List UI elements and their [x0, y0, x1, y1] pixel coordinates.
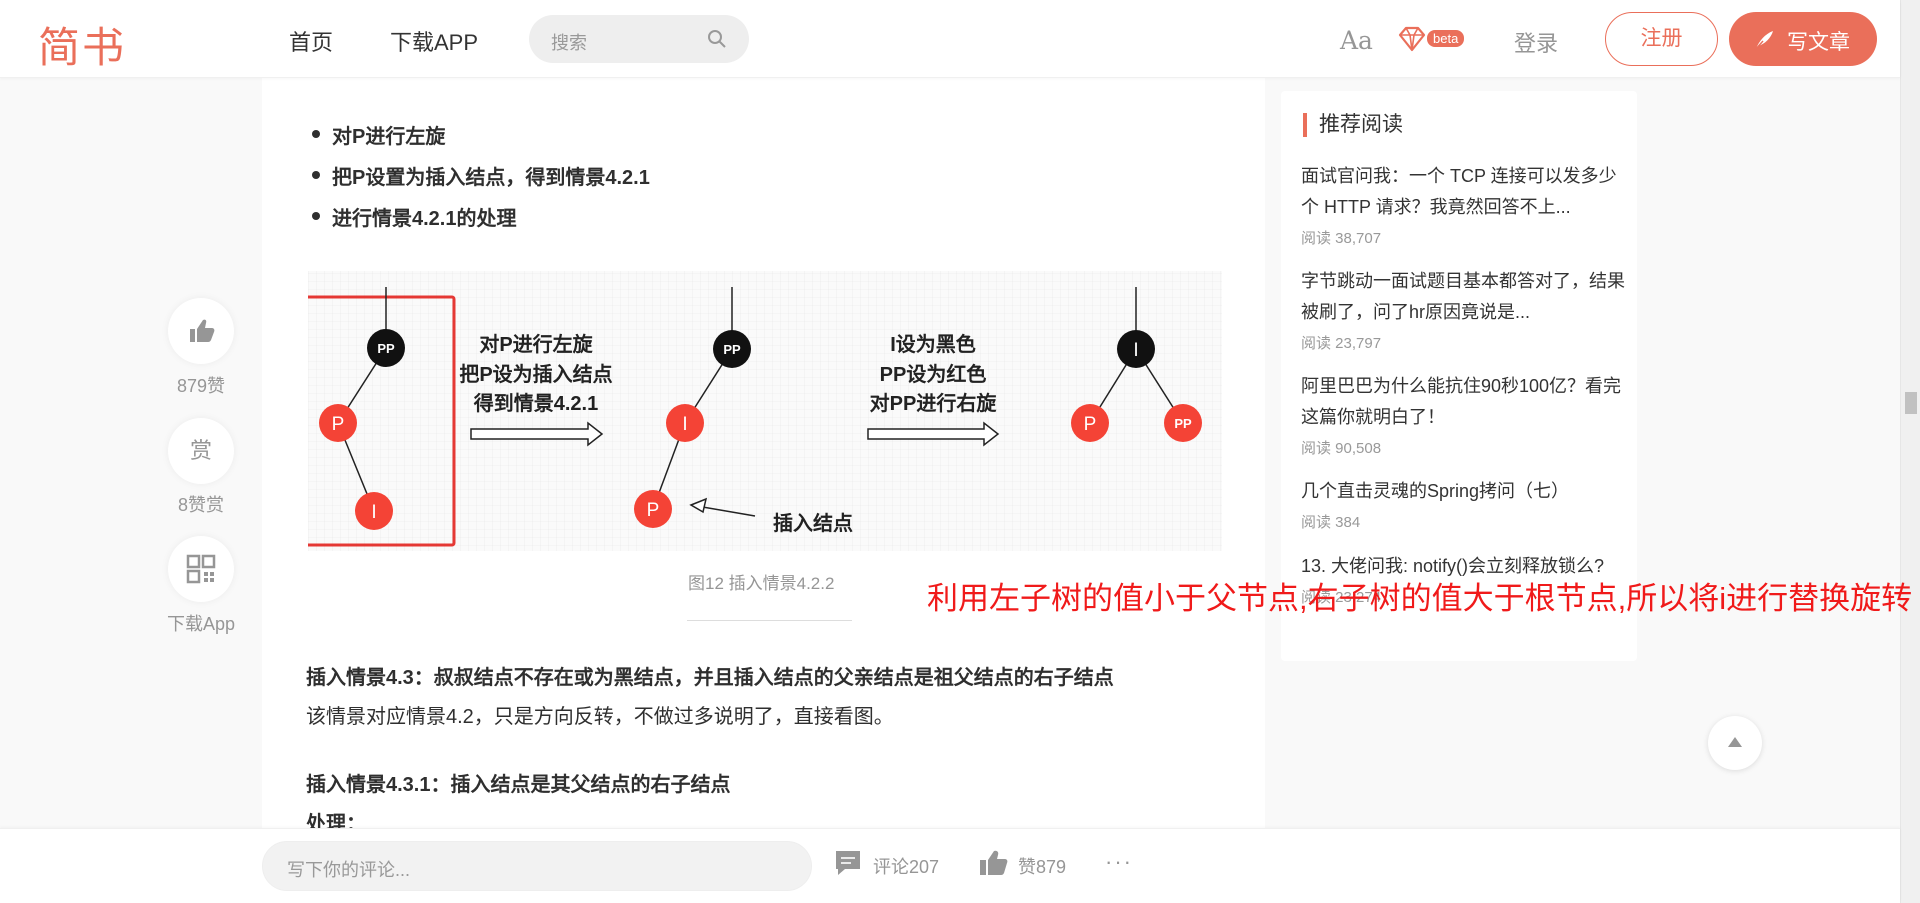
more-options-button[interactable]: ···	[1105, 849, 1133, 875]
tree3-node-i-label: I	[1133, 340, 1138, 361]
site-logo[interactable]: 简书	[38, 14, 126, 75]
tree2-node-pp-label: PP	[723, 342, 741, 357]
recommended-item[interactable]: 面试官问我：一个 TCP 连接可以发多少个 HTTP 请求？我竟然回答不上...…	[1301, 161, 1626, 248]
login-link[interactable]: 登录	[1514, 26, 1558, 58]
step2-line-1: I设为黑色	[890, 332, 976, 356]
paragraph: 该情景对应情景4.2，只是方向反转，不做过多说明了，直接看图。	[306, 706, 894, 728]
search-box[interactable]: 搜索	[529, 15, 749, 63]
recommended-item-reads: 阅读 90,508	[1301, 440, 1382, 457]
tree2-node-p-label: P	[647, 500, 660, 521]
reward-button[interactable]: 赏	[168, 418, 234, 484]
recommended-item[interactable]: 阿里巴巴为什么能抗住90秒100亿？看完这篇你就明白了！ 阅读 90,508	[1301, 371, 1626, 458]
write-article-button[interactable]: 写文章	[1729, 12, 1877, 66]
recommended-item-reads: 阅读 23,797	[1301, 335, 1382, 352]
comments-count: 评论207	[873, 857, 940, 877]
comment-placeholder: 写下你的评论...	[287, 860, 411, 880]
comment-input[interactable]: 写下你的评论...	[262, 841, 812, 891]
font-size-toggle[interactable]: Aa	[1340, 26, 1373, 55]
step2-line-2: PP设为红色	[880, 362, 987, 386]
download-app-label: 下载App	[166, 614, 236, 634]
tree3-node-pp-label: PP	[1174, 416, 1192, 431]
caption-divider	[687, 620, 852, 621]
list-item: 进行情景4.2.1的处理	[304, 202, 650, 243]
list-item: 把P设置为插入结点，得到情景4.2.1	[304, 161, 650, 202]
section-heading-4-3-1: 插入情景4.3.1：插入结点是其父结点的右子结点	[306, 774, 731, 796]
tree1-node-i-label: I	[371, 502, 376, 523]
rb-tree-diagram: PP P I 对P进行左旋 把P设为插入结点 得到情景4.2.1 PP I P …	[308, 271, 1222, 551]
nav-home[interactable]: 首页	[289, 25, 333, 57]
step1-line-2: 把P设为插入结点	[459, 362, 612, 386]
recommended-item-title[interactable]: 几个直击灵魂的Spring拷问（七）	[1301, 476, 1626, 507]
nav-download-app[interactable]: 下载APP	[390, 25, 478, 57]
figure-caption: 图12 插入情景4.2.2	[688, 574, 835, 593]
step1-line-3: 得到情景4.2.1	[473, 391, 598, 415]
red-annotation-text: 利用左子树的值小于父节点,右子树的值大于根节点,所以将i进行替换旋转	[927, 581, 1913, 616]
tree1-node-pp-label: PP	[377, 341, 395, 356]
recommended-item-reads: 阅读 38,707	[1301, 230, 1382, 247]
tree3-node-p-label: P	[1084, 414, 1097, 435]
feather-pen-icon	[1754, 31, 1773, 51]
top-header: 简书 首页 下载APP 搜索 Aa beta 登录 注册 写文章	[0, 0, 1900, 78]
recommended-item-title[interactable]: 面试官问我：一个 TCP 连接可以发多少个 HTTP 请求？我竟然回答不上...	[1301, 161, 1626, 223]
download-app-qr-button[interactable]	[168, 536, 234, 602]
reward-count: 8赞赏	[177, 495, 224, 515]
recommended-title: 推荐阅读	[1303, 113, 1403, 137]
page-scrollbar[interactable]	[1900, 0, 1920, 903]
step1-line-1: 对P进行左旋	[479, 332, 593, 356]
beta-badge: beta	[1427, 30, 1465, 47]
list-item: 对P进行左旋	[304, 120, 650, 161]
tree2-node-i-label: I	[682, 414, 687, 435]
scrollbar-thumb[interactable]	[1905, 392, 1917, 414]
thumbs-up-icon	[980, 850, 1008, 875]
qr-code-icon	[186, 554, 216, 584]
recommended-item[interactable]: 字节跳动一面试题目基本都答对了，结果被刷了，问了hr原因竟说是... 阅读 23…	[1301, 266, 1626, 353]
like-button[interactable]	[168, 298, 234, 364]
diamond-beta-link[interactable]: beta	[1397, 26, 1465, 57]
likes-count: 赞879	[1018, 857, 1067, 877]
diamond-icon	[1398, 26, 1426, 52]
thumbs-up-icon	[190, 319, 215, 342]
comment-bubble-icon	[836, 851, 860, 875]
recommended-reading-panel: 推荐阅读 面试官问我：一个 TCP 连接可以发多少个 HTTP 请求？我竟然回答…	[1281, 91, 1637, 661]
recommended-item-reads: 阅读 384	[1301, 514, 1361, 531]
scroll-to-top-button[interactable]	[1708, 716, 1762, 770]
article-content: 对P进行左旋 把P设置为插入结点，得到情景4.2.1 进行情景4.2.1的处理 …	[262, 78, 1265, 835]
section-heading-4-3: 插入情景4.3：叔叔结点不存在或为黑结点，并且插入结点的父亲结点是祖父结点的右子…	[306, 667, 1114, 689]
caret-up-icon	[1728, 737, 1742, 747]
recommended-item-title[interactable]: 字节跳动一面试题目基本都答对了，结果被刷了，问了hr原因竟说是...	[1301, 266, 1626, 328]
recommended-item-title[interactable]: 阿里巴巴为什么能抗住90秒100亿？看完这篇你就明白了！	[1301, 371, 1626, 433]
insert-node-label: 插入结点	[773, 511, 853, 535]
step-list: 对P进行左旋 把P设置为插入结点，得到情景4.2.1 进行情景4.2.1的处理	[304, 120, 650, 243]
search-input[interactable]: 搜索	[551, 29, 587, 55]
like-count: 879赞	[176, 376, 226, 396]
search-icon[interactable]	[707, 29, 727, 49]
tree1-node-p-label: P	[332, 414, 345, 435]
write-article-label: 写文章	[1787, 31, 1850, 54]
register-button[interactable]: 注册	[1605, 12, 1718, 66]
step2-line-3: 对PP进行右旋	[870, 391, 998, 415]
recommended-item[interactable]: 几个直击灵魂的Spring拷问（七） 阅读 384	[1301, 476, 1626, 532]
bottom-action-bar: 写下你的评论... 评论207 赞879 ···	[0, 828, 1900, 903]
